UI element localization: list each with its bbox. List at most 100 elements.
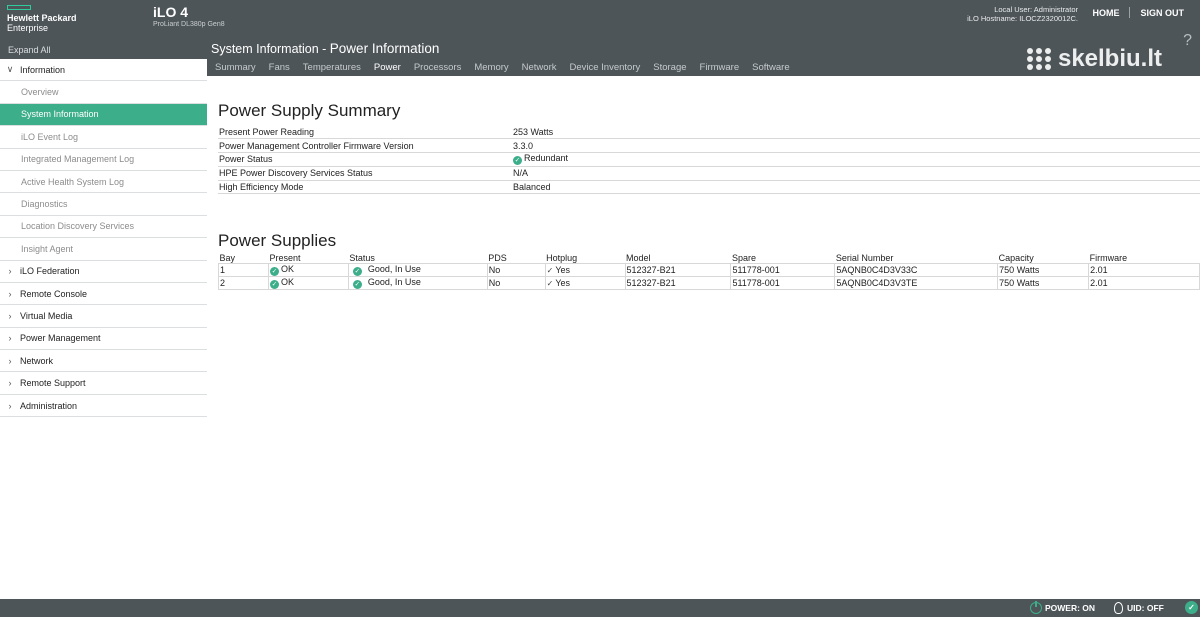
sidebar-item-label: Virtual Media: [20, 310, 73, 321]
column-header-model: Model: [626, 252, 651, 263]
tab-memory[interactable]: Memory: [474, 62, 508, 73]
summary-value: ✓ Redundant: [510, 152, 1200, 167]
tab-firmware[interactable]: Firmware: [700, 62, 740, 73]
cell-text: Yes: [555, 277, 571, 288]
sidebar-item-remote-console[interactable]: › Remote Console: [0, 283, 207, 306]
tab-summary[interactable]: Summary: [215, 62, 256, 73]
top-links: HOME SIGN OUT: [1092, 7, 1184, 18]
sidebar-item-integrated-management-log[interactable]: Integrated Management Log: [0, 149, 207, 171]
sidebar-item-ilo-federation[interactable]: › iLO Federation: [0, 261, 207, 283]
ilo-hostname: iLO Hostname: ILOCZ2320012C.: [967, 14, 1078, 23]
sidebar-item-label: Power Management: [20, 333, 101, 344]
brand-line1: Hewlett Packard: [7, 13, 77, 23]
sidebar-item-administration[interactable]: › Administration: [0, 395, 207, 418]
summary-value-text: Redundant: [524, 153, 569, 164]
cell-model: 512327-B21: [624, 275, 732, 290]
cell-spare: 511778-001: [730, 275, 836, 290]
cell-text: 5AQNB0C4D3V3TE: [836, 277, 918, 288]
summary-value-text: Balanced: [513, 182, 551, 193]
sidebar-item-label: Remote Support: [20, 378, 86, 389]
sidebar-item-remote-support[interactable]: › Remote Support: [0, 372, 207, 395]
help-icon[interactable]: ?: [1183, 32, 1192, 50]
sidebar-item-label: Integrated Management Log: [21, 154, 135, 165]
uid-status[interactable]: UID: OFF: [1114, 602, 1164, 614]
power-status[interactable]: POWER: ON: [1030, 601, 1096, 614]
summary-value: 3.3.0: [510, 138, 1200, 154]
hpe-logo-mark: [7, 5, 31, 10]
cell-pds: No: [486, 275, 546, 290]
tab-temperatures[interactable]: Temperatures: [303, 62, 361, 73]
sidebar-item-diagnostics[interactable]: Diagnostics: [0, 193, 207, 216]
cell-firmware: 2.01: [1088, 275, 1200, 290]
check-circle-icon: ✓: [352, 279, 362, 289]
column-header-serial-number: Serial Number: [835, 252, 894, 263]
summary-row: Power Management Controller Firmware Ver…: [218, 138, 1200, 154]
sidebar-item-label: Active Health System Log: [21, 176, 125, 187]
summary-row: HPE Power Discovery Services Status N/A: [218, 166, 1200, 181]
check-circle-icon: ✓: [269, 266, 279, 276]
cell-text: Good, In Use: [367, 276, 421, 287]
cell-bay: 1: [218, 262, 269, 277]
sidebar-item-label: System Information: [21, 109, 99, 120]
sidebar-item-label: Remote Console: [20, 288, 88, 299]
check-circle-icon: ✓: [513, 156, 522, 166]
cell-model: 512327-B21: [624, 262, 732, 277]
sidebar-nav: ∨ Information Overview System Information iL…: [0, 59, 207, 418]
chevron-right-icon: ›: [8, 400, 12, 411]
sidebar-item-label: Network: [20, 355, 54, 366]
tab-processors[interactable]: Processors: [414, 62, 462, 73]
chevron-right-icon: ›: [8, 355, 12, 366]
product-subtitle: ProLiant DL380p Gen8: [153, 21, 225, 28]
summary-value-text: 253 Watts: [513, 126, 554, 137]
health-ok-icon[interactable]: ✓: [1185, 601, 1198, 614]
sidebar-item-label: Insight Agent: [21, 243, 74, 254]
sidebar-item-ilo-event-log[interactable]: iLO Event Log: [0, 126, 207, 149]
cell-text: No: [488, 264, 501, 275]
home-link[interactable]: HOME: [1092, 8, 1119, 18]
tab-software[interactable]: Software: [752, 62, 790, 73]
sidebar-item-label: Information: [20, 64, 66, 75]
brand-line2: Enterprise: [7, 23, 49, 33]
summary-value-text: 3.3.0: [513, 140, 534, 151]
cell-text: 511778-001: [732, 277, 780, 288]
tab-network[interactable]: Network: [522, 62, 557, 73]
sidebar-item-location-discovery-services[interactable]: Location Discovery Services: [0, 216, 207, 239]
cell-serial: 5AQNB0C4D3V33C: [834, 262, 999, 277]
page-title-section: Power Information: [329, 41, 440, 56]
summary-label: HPE Power Discovery Services Status: [218, 166, 510, 181]
power-label: POWER: ON: [1045, 603, 1096, 613]
page-title: System Information - Power Information: [211, 41, 439, 56]
sidebar-item-active-health-system-log[interactable]: Active Health System Log: [0, 171, 207, 194]
tab-device-inventory[interactable]: Device Inventory: [569, 62, 640, 73]
sidebar-item-power-management[interactable]: › Power Management: [0, 328, 207, 351]
summary-value: 253 Watts: [510, 125, 1200, 140]
sidebar-item-network[interactable]: › Network: [0, 350, 207, 373]
product-info: iLO 4 ProLiant DL380p Gen8: [153, 4, 225, 30]
tab-power[interactable]: Power: [374, 62, 401, 73]
checkmark-icon: ✓: [546, 265, 554, 275]
sidebar-item-system-information[interactable]: System Information: [0, 103, 207, 127]
sidebar-item-overview[interactable]: Overview: [0, 81, 207, 104]
cell-text: 5AQNB0C4D3V33C: [836, 264, 918, 275]
cell-present: ✓ OK: [267, 275, 349, 290]
sidebar-item-virtual-media[interactable]: › Virtual Media: [0, 305, 207, 328]
sidebar-item-information[interactable]: ∨ Information: [0, 59, 207, 82]
summary-label: Power Status: [218, 152, 510, 167]
tab-fans[interactable]: Fans: [269, 62, 290, 73]
summary-row: Power Status ✓ Redundant: [218, 152, 1200, 167]
local-user: Local User: Administrator: [994, 5, 1078, 14]
cell-present: ✓ OK: [267, 262, 349, 277]
watermark: skelbiu.lt: [1026, 45, 1162, 73]
sign-out-link[interactable]: SIGN OUT: [1140, 8, 1184, 18]
hpe-logo: Hewlett Packard Enterprise: [7, 5, 77, 33]
cell-spare: 511778-001: [730, 262, 836, 277]
expand-all-link[interactable]: Expand All: [0, 40, 207, 59]
sidebar-item-label: Administration: [20, 400, 78, 411]
chevron-right-icon: ›: [8, 378, 12, 389]
sidebar-item-insight-agent[interactable]: Insight Agent: [0, 238, 207, 261]
cell-status: ✓ Good, In Use: [347, 275, 488, 290]
tab-storage[interactable]: Storage: [653, 62, 686, 73]
cell-serial: 5AQNB0C4D3V3TE: [834, 275, 999, 290]
column-header-firmware: Firmware: [1089, 252, 1128, 263]
summary-value: N/A: [510, 166, 1200, 181]
